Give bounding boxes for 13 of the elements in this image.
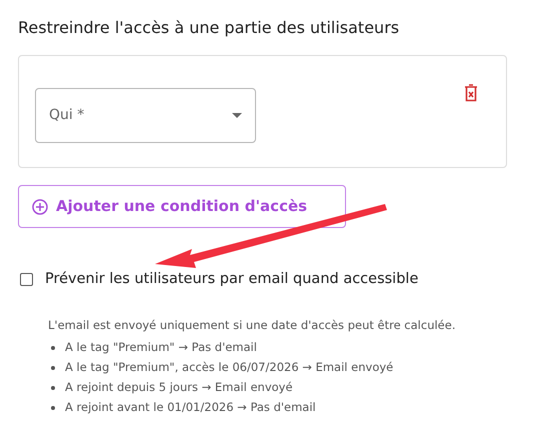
example-item: A le tag "Premium", accès le 06/07/2026 → Email envoyé [65,359,394,376]
help-text: L'email est envoyé uniquement si une date d'accès peut être calculée. [48,316,456,333]
add-condition-button[interactable]: Ajouter une condition d'accès [18,185,346,228]
delete-icon[interactable] [464,84,478,102]
example-item: A rejoint avant le 01/01/2026 → Pas d'email [65,399,316,416]
example-item: A le tag "Premium" → Pas d'email [65,339,257,356]
dropdown-caret-icon [232,113,242,118]
notify-label: Prévenir les utilisateurs par email quand accessible [45,270,418,289]
example-item: A rejoint depuis 5 jours → Email envoyé [65,379,293,396]
section-title: Restreindre l'accès à une partie des utilisateurs [18,17,400,39]
who-select[interactable]: Qui * [35,88,256,143]
plus-circle-icon [32,198,48,214]
notify-checkbox[interactable] [20,273,33,286]
